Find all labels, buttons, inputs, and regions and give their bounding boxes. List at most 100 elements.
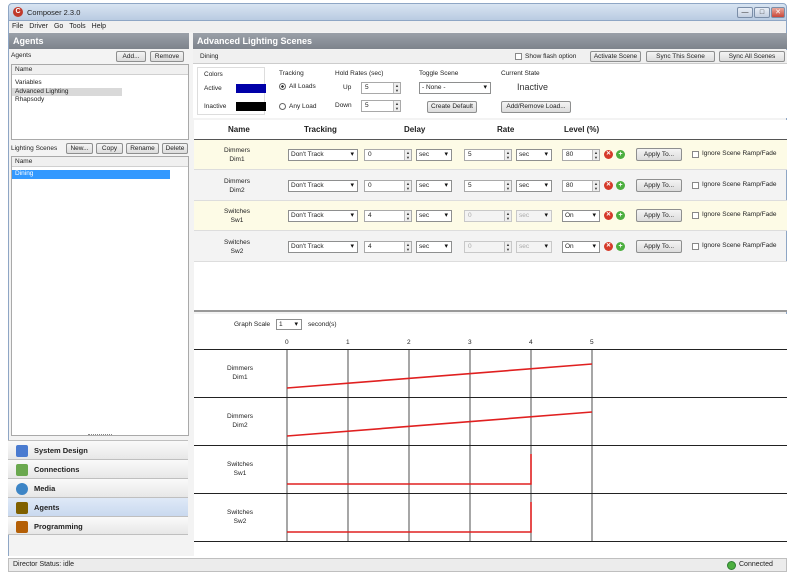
ignore-ramp-checkbox[interactable]	[692, 212, 699, 219]
load-name: Switches Sw2	[194, 238, 280, 256]
delay-spin-icon[interactable]: ▲ ▼	[404, 181, 411, 191]
apply-to-button[interactable]: Apply To...	[636, 148, 682, 161]
rate-spin-icon[interactable]: ▲ ▼	[504, 181, 511, 191]
splitter-grip[interactable]	[88, 434, 112, 437]
agent-item-variables[interactable]: Variables	[12, 79, 188, 88]
add-remove-load-button[interactable]: Add/Remove Load...	[501, 101, 571, 113]
up-spin-icon[interactable]: ▲ ▼	[393, 83, 400, 93]
clear-icon[interactable]: ✕	[604, 150, 613, 159]
rate-field[interactable]: 5 ▲ ▼	[464, 149, 512, 161]
graph-scale-dropdown[interactable]: 1	[276, 319, 302, 330]
active-color-swatch[interactable]	[236, 84, 266, 93]
rate-spin-icon[interactable]: ▲ ▼	[504, 211, 511, 221]
level-field[interactable]: 80 ▲ ▼	[562, 180, 600, 192]
add-icon[interactable]: +	[616, 242, 625, 251]
nav-media[interactable]: Media	[8, 478, 188, 497]
menu-bar: File Driver Go Tools Help	[8, 21, 787, 32]
apply-to-button[interactable]: Apply To...	[636, 240, 682, 253]
nav-connections[interactable]: Connections	[8, 459, 188, 478]
delay-value: 4	[368, 243, 372, 250]
add-icon[interactable]: +	[616, 181, 625, 190]
delay-spin-icon[interactable]: ▲ ▼	[404, 211, 411, 221]
nav-programming[interactable]: Programming	[8, 516, 188, 535]
menu-go[interactable]: Go	[51, 21, 66, 32]
rate-unit-dropdown[interactable]: sec	[516, 180, 552, 192]
delay-unit-dropdown[interactable]: sec	[416, 210, 452, 222]
menu-file[interactable]: File	[9, 21, 26, 32]
all-loads-radio[interactable]	[279, 83, 286, 90]
nav-label: Connections	[34, 465, 80, 474]
rate-spin-icon[interactable]: ▲ ▼	[504, 150, 511, 160]
rename-scene-button[interactable]: Rename	[126, 143, 159, 154]
level-dropdown[interactable]: On	[562, 241, 600, 253]
nav-system-design[interactable]: System Design	[8, 440, 188, 459]
delay-unit-dropdown[interactable]: sec	[416, 180, 452, 192]
director-status: Director Status: idle	[13, 561, 75, 568]
menu-help[interactable]: Help	[89, 21, 109, 32]
any-load-radio[interactable]	[279, 103, 286, 110]
nav-agents[interactable]: Agents	[8, 497, 188, 516]
scene-item-dining[interactable]: Dining	[12, 170, 170, 179]
down-rate-field[interactable]: 5 ▲ ▼	[361, 100, 401, 112]
toggle-scene-dropdown[interactable]: - None -	[419, 82, 491, 94]
menu-tools[interactable]: Tools	[66, 21, 88, 32]
agent-item-advanced-lighting[interactable]: Advanced Lighting	[12, 87, 122, 96]
sync-all-scenes-button[interactable]: Sync All Scenes	[719, 51, 785, 62]
load-row: Switches Sw1 Don't Track 4 ▲▼ sec 0 ▲▼ sec On ✕+ Ap…	[194, 201, 787, 231]
close-button[interactable]: ✕	[771, 7, 785, 18]
delay-spin-icon[interactable]: ▲ ▼	[404, 242, 411, 252]
connections-icon	[16, 464, 28, 476]
rate-field[interactable]: 5 ▲ ▼	[464, 180, 512, 192]
col-delay: Delay	[404, 125, 426, 134]
delay-field[interactable]: 0 ▲ ▼	[364, 180, 412, 192]
apply-to-button[interactable]: Apply To...	[636, 179, 682, 192]
down-spin-icon[interactable]: ▲ ▼	[393, 101, 400, 111]
clear-icon[interactable]: ✕	[604, 181, 613, 190]
delay-field[interactable]: 4 ▲ ▼	[364, 210, 412, 222]
tracking-dropdown[interactable]: Don't Track	[288, 180, 358, 192]
maximize-button[interactable]: □	[754, 7, 770, 18]
minimize-button[interactable]: —	[737, 7, 753, 18]
rate-unit-dropdown[interactable]: sec	[516, 149, 552, 161]
activate-scene-button[interactable]: Activate Scene	[590, 51, 641, 62]
level-spin-icon[interactable]: ▲ ▼	[592, 181, 599, 191]
ignore-ramp-checkbox[interactable]	[692, 182, 699, 189]
menu-driver[interactable]: Driver	[26, 21, 51, 32]
ignore-ramp-checkbox[interactable]	[692, 151, 699, 158]
delay-spin-icon[interactable]: ▲ ▼	[404, 150, 411, 160]
add-icon[interactable]: +	[616, 150, 625, 159]
graph-trace	[286, 350, 593, 398]
add-agent-button[interactable]: Add...	[116, 51, 146, 62]
tracking-dropdown[interactable]: Don't Track	[288, 210, 358, 222]
delete-scene-button[interactable]: Delete	[162, 143, 188, 154]
tracking-dropdown[interactable]: Don't Track	[288, 241, 358, 253]
level-field[interactable]: 80 ▲ ▼	[562, 149, 600, 161]
copy-scene-button[interactable]: Copy	[96, 143, 123, 154]
apply-to-button[interactable]: Apply To...	[636, 209, 682, 222]
show-flash-checkbox[interactable]	[515, 53, 522, 60]
sync-this-scene-button[interactable]: Sync This Scene	[646, 51, 715, 62]
inactive-color-swatch[interactable]	[236, 102, 266, 111]
remove-agent-button[interactable]: Remove	[150, 51, 184, 62]
agent-item-rhapsody[interactable]: Rhapsody	[12, 96, 188, 105]
delay-unit-dropdown[interactable]: sec	[416, 149, 452, 161]
add-icon[interactable]: +	[616, 211, 625, 220]
up-rate-field[interactable]: 5 ▲ ▼	[361, 82, 401, 94]
system-design-icon	[16, 445, 28, 457]
create-default-button[interactable]: Create Default	[427, 101, 477, 113]
load-row: Dimmers Dim1 Don't Track 0 ▲▼ sec 5 ▲▼ sec 80 ▲▼ ✕+…	[194, 140, 787, 170]
delay-field[interactable]: 0 ▲ ▼	[364, 149, 412, 161]
clear-icon[interactable]: ✕	[604, 211, 613, 220]
lighting-scenes-label: Lighting Scenes	[11, 145, 58, 152]
ignore-ramp-checkbox[interactable]	[692, 243, 699, 250]
col-rate: Rate	[497, 125, 515, 134]
rate-spin-icon[interactable]: ▲ ▼	[504, 242, 511, 252]
new-scene-button[interactable]: New...	[66, 143, 93, 154]
level-dropdown[interactable]: On	[562, 210, 600, 222]
clear-icon[interactable]: ✕	[604, 242, 613, 251]
delay-field[interactable]: 4 ▲ ▼	[364, 241, 412, 253]
delay-unit-dropdown[interactable]: sec	[416, 241, 452, 253]
any-load-label: Any Load	[289, 103, 317, 110]
level-spin-icon[interactable]: ▲ ▼	[592, 150, 599, 160]
tracking-dropdown[interactable]: Don't Track	[288, 149, 358, 161]
